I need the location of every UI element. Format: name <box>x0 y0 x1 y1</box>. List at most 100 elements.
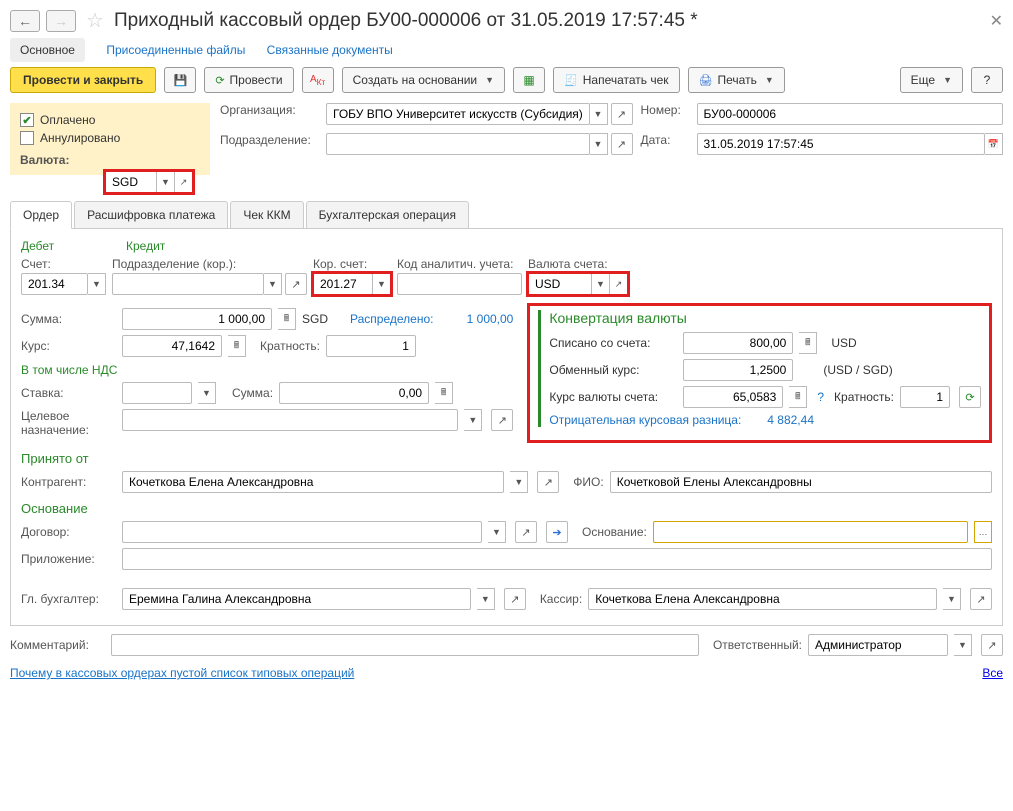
open-button[interactable]: ↗ <box>504 588 526 610</box>
subnav-files[interactable]: Присоединенные файлы <box>106 43 245 57</box>
open-button[interactable]: ↗ <box>285 273 307 295</box>
chief-acc-input[interactable] <box>127 589 466 609</box>
close-icon[interactable]: ✕ <box>990 11 1003 31</box>
favorite-star-icon[interactable]: ☆ <box>86 8 104 33</box>
open-button[interactable]: ↗ <box>515 521 537 543</box>
post-button[interactable]: ⟳Провести <box>204 67 293 93</box>
comment-input[interactable] <box>116 635 694 655</box>
counterparty-input[interactable] <box>127 472 499 492</box>
dropdown-button[interactable]: ▼ <box>590 103 608 125</box>
sum-label: Сумма: <box>21 312 116 326</box>
contract-input[interactable] <box>127 522 477 542</box>
vat-sum-input[interactable] <box>284 383 424 403</box>
dropdown-button[interactable]: ▼ <box>592 273 610 295</box>
dropdown-button[interactable]: ▼ <box>943 588 961 610</box>
number-input[interactable] <box>702 104 999 124</box>
date-input[interactable] <box>702 134 981 154</box>
cancelled-checkbox[interactable]: Аннулировано <box>20 131 200 145</box>
save-button[interactable]: 💾 <box>164 67 196 93</box>
more-button[interactable]: Еще▼ <box>900 67 963 93</box>
number-label: Номер: <box>641 103 689 125</box>
paid-checkbox[interactable]: ✔ Оплачено <box>20 113 200 127</box>
dropdown-button[interactable]: ▼ <box>954 634 972 656</box>
attachment-input[interactable] <box>127 549 987 569</box>
open-button[interactable]: ↗ <box>611 133 633 155</box>
calc-button[interactable]: 🖩 <box>789 386 807 408</box>
toolbar: Провести и закрыть 💾 ⟳Провести АКт Созда… <box>10 67 1003 103</box>
kkm-settings-button[interactable]: ▦ <box>513 67 545 93</box>
dropdown-button[interactable]: ▼ <box>477 588 495 610</box>
dropdown-button[interactable]: ▼ <box>198 382 216 404</box>
nav-forward-button[interactable]: → <box>46 10 76 32</box>
analytic-input[interactable] <box>402 274 517 294</box>
dept-input[interactable] <box>331 134 585 154</box>
open-button[interactable]: ↗ <box>981 634 1003 656</box>
calc-button[interactable]: 🖩 <box>799 332 817 354</box>
dropdown-button[interactable]: ▼ <box>510 471 528 493</box>
purpose-input[interactable] <box>127 410 453 430</box>
dropdown-button[interactable]: ▼ <box>264 273 282 295</box>
comment-label: Комментарий: <box>10 638 105 652</box>
page-title: Приходный кассовый ордер БУ00-000006 от … <box>114 10 984 32</box>
basis-label: Основание: <box>582 525 647 539</box>
corr-dept-input[interactable] <box>117 274 259 294</box>
debited-input[interactable] <box>688 333 788 353</box>
refresh-button[interactable]: ⟳ <box>959 386 981 408</box>
status-box: ✔ Оплачено Аннулировано Валюта: <box>10 103 210 175</box>
dropdown-button[interactable]: ▼ <box>488 521 506 543</box>
acc-currency-highlight: ▼ ↗ <box>528 273 628 295</box>
open-button[interactable]: ↗ <box>491 409 513 431</box>
subnav-linked[interactable]: Связанные документы <box>267 43 393 57</box>
exrate-input[interactable] <box>688 360 788 380</box>
corr-account-input[interactable] <box>318 274 368 294</box>
dropdown-button[interactable]: ▼ <box>157 171 175 193</box>
calc-button[interactable]: 🖩 <box>278 308 296 330</box>
dropdown-button[interactable]: ▼ <box>88 273 106 295</box>
sum-input[interactable] <box>127 309 267 329</box>
dk-button[interactable]: АКт <box>302 67 334 93</box>
all-link[interactable]: Все <box>982 666 1003 680</box>
tab-decoding[interactable]: Расшифровка платежа <box>74 201 228 229</box>
cashier-input[interactable] <box>593 589 932 609</box>
print-receipt-button[interactable]: 🧾Напечатать чек <box>553 67 680 93</box>
chevron-down-icon: ▼ <box>765 75 774 85</box>
open-button[interactable]: ↗ <box>175 171 193 193</box>
tab-accounting[interactable]: Бухгалтерская операция <box>306 201 469 229</box>
org-input[interactable] <box>331 104 585 124</box>
calendar-button[interactable]: 📅 <box>985 133 1003 155</box>
dropdown-button[interactable]: ▼ <box>464 409 482 431</box>
basis-input[interactable] <box>658 522 963 542</box>
open-button[interactable]: ↗ <box>611 103 633 125</box>
help-icon[interactable]: ? <box>817 390 824 404</box>
calc-button[interactable]: 🖩 <box>435 382 453 404</box>
why-empty-link[interactable]: Почему в кассовых ордерах пустой список … <box>10 666 354 680</box>
dropdown-button[interactable]: ▼ <box>590 133 608 155</box>
open-button[interactable]: ↗ <box>537 471 559 493</box>
debited-label: Списано со счета: <box>549 336 677 350</box>
ellipsis-button[interactable]: … <box>974 521 992 543</box>
vat-rate-input[interactable] <box>127 383 187 403</box>
fill-button[interactable]: ➔ <box>546 521 568 543</box>
print-button[interactable]: 🖨Печать▼ <box>688 67 785 93</box>
account-input[interactable] <box>26 274 83 294</box>
accepted-title: Принято от <box>21 451 992 466</box>
create-based-button[interactable]: Создать на основании▼ <box>342 67 505 93</box>
conv-mult-input[interactable] <box>905 387 945 407</box>
tab-order[interactable]: Ордер <box>10 201 72 229</box>
dropdown-button[interactable]: ▼ <box>373 273 391 295</box>
rate-input[interactable] <box>127 336 217 356</box>
currency-input[interactable] <box>110 172 152 192</box>
acc-currency-input[interactable] <box>533 274 587 294</box>
mult-input[interactable] <box>331 336 411 356</box>
responsible-input[interactable] <box>813 635 943 655</box>
help-button[interactable]: ? <box>971 67 1003 93</box>
open-button[interactable]: ↗ <box>610 273 628 295</box>
accrate-input[interactable] <box>688 387 778 407</box>
calc-button[interactable]: 🖩 <box>228 335 246 357</box>
subnav-main[interactable]: Основное <box>10 38 85 62</box>
open-button[interactable]: ↗ <box>970 588 992 610</box>
nav-back-button[interactable]: ← <box>10 10 40 32</box>
post-and-close-button[interactable]: Провести и закрыть <box>10 67 156 93</box>
fio-input[interactable] <box>615 472 987 492</box>
tab-kkm[interactable]: Чек ККМ <box>230 201 303 229</box>
